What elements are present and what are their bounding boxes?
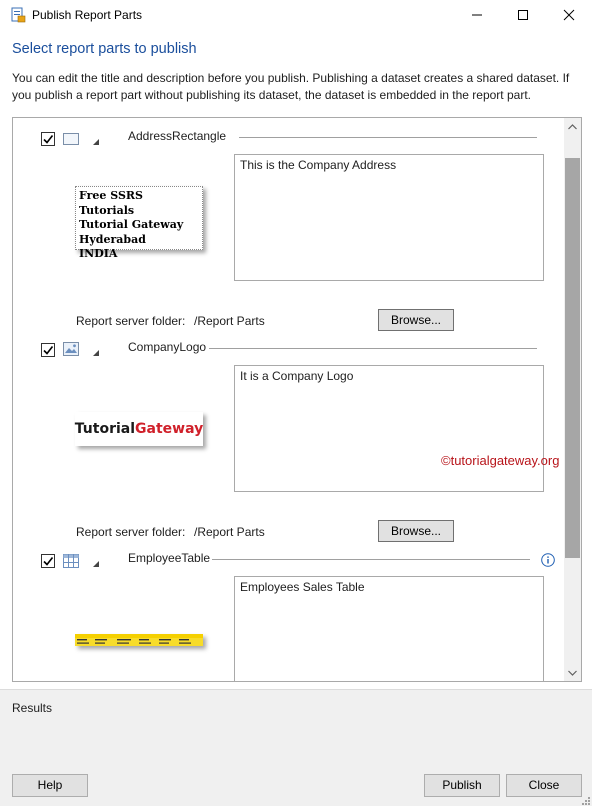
- collapse-triangle-icon[interactable]: [92, 346, 100, 356]
- part-title-employee-table[interactable]: EmployeeTable: [128, 551, 214, 565]
- scroll-up-button[interactable]: [564, 118, 581, 135]
- scroll-thumb[interactable]: [565, 158, 580, 558]
- chevron-down-icon: [568, 670, 577, 676]
- part-separator: [239, 137, 537, 138]
- resize-grip-icon[interactable]: [580, 794, 590, 805]
- page-heading: Select report parts to publish: [12, 41, 197, 57]
- part-separator: [212, 559, 530, 560]
- logo-text-part2: Gateway: [135, 421, 204, 437]
- checkmark-icon: [43, 557, 54, 566]
- report-parts-list[interactable]: AddressRectangle Free SSRS Tutorials Tut…: [12, 117, 582, 682]
- close-window-button[interactable]: [546, 0, 592, 30]
- close-icon: [563, 9, 575, 21]
- report-server-folder-label: Report server folder:: [76, 314, 186, 328]
- help-button[interactable]: Help: [12, 774, 88, 797]
- report-builder-app-icon: [10, 7, 26, 23]
- part-description-input-employee-table[interactable]: Employees Sales Table: [234, 576, 544, 681]
- info-icon[interactable]: [541, 553, 555, 567]
- chevron-up-icon: [568, 123, 577, 129]
- thumbnail-employee-table: [75, 634, 203, 646]
- minimize-button[interactable]: [454, 0, 500, 30]
- collapse-triangle-icon[interactable]: [92, 557, 100, 567]
- thumbnail-line: Hyderabad: [79, 232, 146, 246]
- checkmark-icon: [43, 135, 54, 144]
- publish-button[interactable]: Publish: [424, 774, 500, 797]
- thumbnail-address-rectangle: Free SSRS Tutorials Tutorial Gateway Hyd…: [75, 186, 203, 260]
- part-title-company-logo[interactable]: CompanyLogo: [128, 340, 210, 354]
- browse-button-address-rectangle[interactable]: Browse...: [378, 309, 454, 331]
- maximize-button[interactable]: [500, 0, 546, 30]
- minimize-icon: [472, 14, 482, 16]
- thumbnail-line: Free SSRS Tutorials: [79, 189, 143, 217]
- close-button[interactable]: Close: [506, 774, 582, 797]
- part-title-address-rectangle[interactable]: AddressRectangle: [128, 129, 230, 143]
- collapse-triangle-icon[interactable]: [92, 135, 100, 145]
- browse-button-company-logo[interactable]: Browse...: [378, 520, 454, 542]
- watermark-text: ©tutorialgateway.org: [441, 453, 560, 468]
- rectangle-icon: [63, 132, 79, 146]
- results-label: Results: [12, 701, 53, 715]
- checkmark-icon: [43, 346, 54, 355]
- title-bar: Publish Report Parts: [0, 0, 592, 30]
- part-checkbox-address-rectangle[interactable]: [41, 132, 55, 146]
- part-separator: [209, 348, 537, 349]
- logo-text-part1: Tutorial: [74, 421, 136, 437]
- thumbnail-line: INDIA: [79, 247, 118, 260]
- table-icon: [63, 554, 79, 568]
- vertical-scrollbar[interactable]: [564, 118, 581, 681]
- part-checkbox-employee-table[interactable]: [41, 554, 55, 568]
- window-title: Publish Report Parts: [32, 8, 143, 22]
- part-description-input-company-logo[interactable]: It is a Company Logo: [234, 365, 544, 492]
- thumbnail-line: Tutorial Gateway: [79, 218, 184, 231]
- image-icon: [63, 342, 79, 356]
- part-description-input-address-rectangle[interactable]: This is the Company Address: [234, 154, 544, 281]
- report-server-folder-value: /Report Parts: [194, 314, 265, 328]
- scroll-down-button[interactable]: [564, 664, 581, 681]
- page-description: You can edit the title and description b…: [12, 71, 570, 102]
- thumbnail-company-logo: Tutorial Gateway: [75, 412, 203, 446]
- report-server-folder-value: /Report Parts: [194, 525, 265, 539]
- report-server-folder-label: Report server folder:: [76, 525, 186, 539]
- maximize-icon: [518, 10, 528, 20]
- results-area: Results Help Publish Close: [0, 689, 592, 806]
- part-checkbox-company-logo[interactable]: [41, 343, 55, 357]
